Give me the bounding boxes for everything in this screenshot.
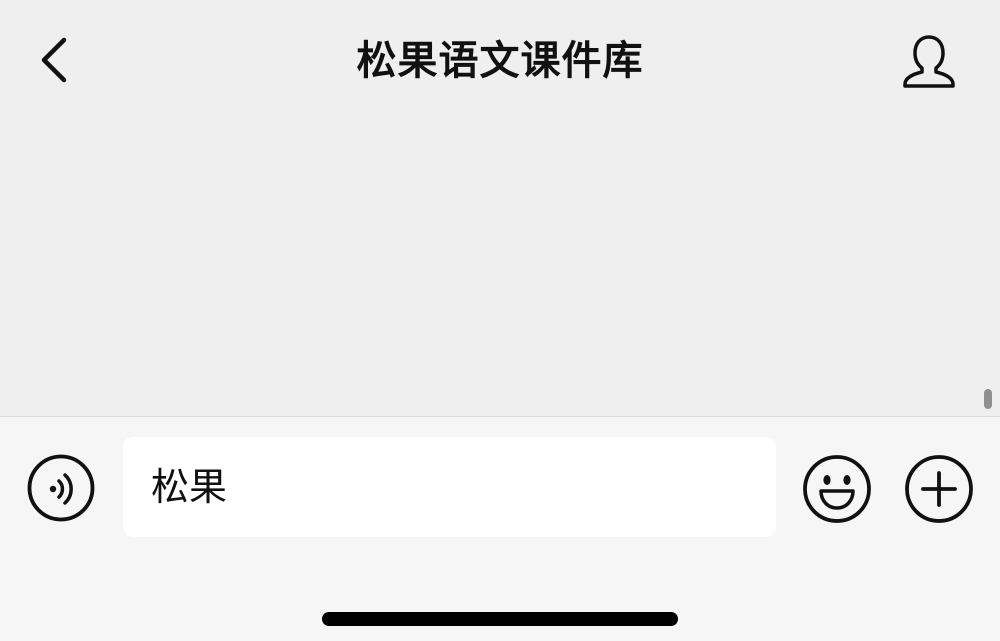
voice-input-icon	[27, 454, 95, 522]
home-indicator[interactable]	[322, 612, 678, 626]
page-title: 松果语文课件库	[356, 38, 644, 84]
plus-circle-icon	[905, 455, 973, 523]
more-options-button[interactable]	[903, 453, 975, 525]
voice-input-button[interactable]	[26, 453, 96, 523]
smiley-icon	[803, 455, 871, 523]
message-input[interactable]: 松果	[123, 437, 776, 537]
scrollbar-thumb[interactable]	[984, 389, 992, 409]
navigation-bar: 松果语文课件库	[0, 0, 1000, 120]
emoji-button[interactable]	[801, 453, 873, 525]
chat-input-bar: 松果	[0, 416, 1000, 641]
profile-button[interactable]	[893, 25, 965, 97]
person-icon	[903, 35, 955, 88]
chat-message-area[interactable]	[0, 120, 1000, 416]
